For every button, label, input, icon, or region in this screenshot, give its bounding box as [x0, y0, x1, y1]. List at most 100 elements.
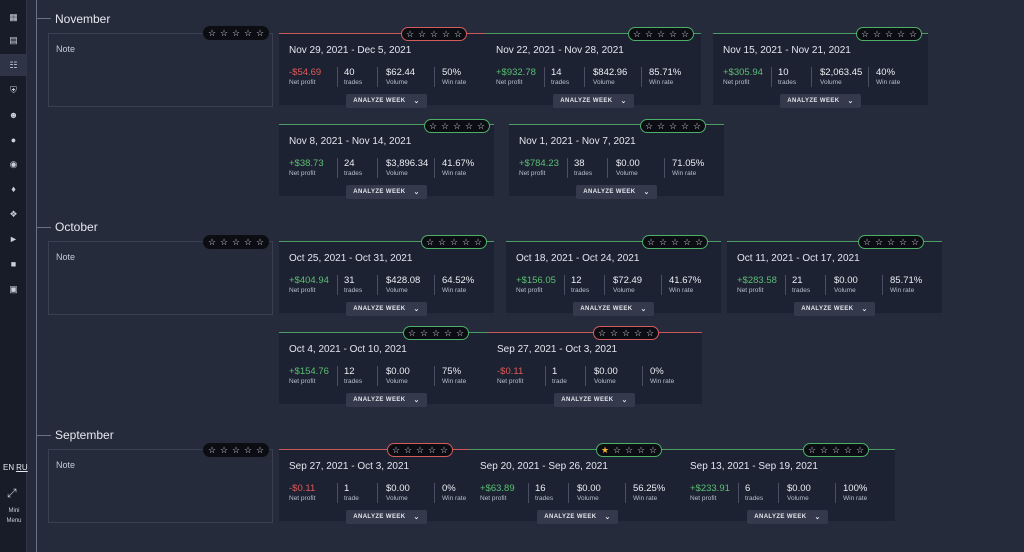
star-icon[interactable]: ☆: [392, 445, 400, 455]
star-icon[interactable]: ☆: [637, 445, 645, 455]
star-icon[interactable]: ☆: [408, 328, 416, 338]
star-icon[interactable]: ☆: [622, 328, 630, 338]
star-icon[interactable]: ☆: [232, 445, 240, 455]
analyze-week-button[interactable]: ANALYZE WEEK ⌄: [780, 94, 861, 108]
star-icon[interactable]: ☆: [477, 121, 485, 131]
star-rating[interactable]: ☆ ☆ ☆ ☆ ☆: [401, 27, 467, 41]
analytics-icon[interactable]: ◉: [0, 153, 27, 175]
star-icon[interactable]: ☆: [634, 328, 642, 338]
star-icon[interactable]: ☆: [450, 237, 458, 247]
analyze-week-button[interactable]: ANALYZE WEEK ⌄: [554, 393, 635, 407]
star-rating[interactable]: ☆ ☆ ☆ ☆ ☆: [640, 119, 706, 133]
star-icon[interactable]: ☆: [844, 445, 852, 455]
star-icon[interactable]: ☆: [820, 445, 828, 455]
star-icon[interactable]: ☆: [613, 445, 621, 455]
star-rating[interactable]: ★ ☆ ☆ ☆ ☆: [596, 443, 662, 457]
star-icon[interactable]: ☆: [232, 28, 240, 38]
star-icon[interactable]: ☆: [649, 445, 657, 455]
star-icon[interactable]: ☆: [208, 28, 216, 38]
analyze-week-button[interactable]: ANALYZE WEEK ⌄: [346, 302, 427, 316]
star-icon[interactable]: ☆: [220, 237, 228, 247]
star-rating[interactable]: ☆ ☆ ☆ ☆ ☆: [642, 235, 708, 249]
star-icon[interactable]: ☆: [432, 328, 440, 338]
star-rating[interactable]: ☆ ☆ ☆ ☆ ☆: [858, 235, 924, 249]
star-icon[interactable]: ★: [601, 445, 609, 455]
star-rating[interactable]: ☆ ☆ ☆ ☆ ☆: [628, 27, 694, 41]
star-icon[interactable]: ☆: [671, 237, 679, 247]
star-icon[interactable]: ☆: [220, 28, 228, 38]
star-icon[interactable]: ☆: [873, 29, 881, 39]
star-icon[interactable]: ☆: [404, 445, 412, 455]
star-icon[interactable]: ☆: [465, 121, 473, 131]
analyze-week-button[interactable]: ANALYZE WEEK ⌄: [794, 302, 875, 316]
star-icon[interactable]: ☆: [428, 445, 436, 455]
settings-icon[interactable]: ❖: [0, 203, 27, 225]
star-rating[interactable]: ☆ ☆ ☆ ☆ ☆: [856, 27, 922, 41]
star-icon[interactable]: ☆: [856, 445, 864, 455]
star-icon[interactable]: ☆: [256, 28, 264, 38]
star-icon[interactable]: ☆: [474, 237, 482, 247]
analyze-week-button[interactable]: ANALYZE WEEK ⌄: [747, 510, 828, 524]
star-icon[interactable]: ☆: [429, 121, 437, 131]
star-icon[interactable]: ☆: [808, 445, 816, 455]
star-icon[interactable]: ☆: [646, 328, 654, 338]
star-icon[interactable]: ☆: [659, 237, 667, 247]
analyze-week-button[interactable]: ANALYZE WEEK ⌄: [346, 94, 427, 108]
star-icon[interactable]: ☆: [645, 29, 653, 39]
star-rating[interactable]: ☆ ☆ ☆ ☆ ☆: [403, 326, 469, 340]
mini-menu-label[interactable]: Mini Menu: [2, 506, 26, 526]
star-icon[interactable]: ☆: [456, 328, 464, 338]
analyze-week-button[interactable]: ANALYZE WEEK ⌄: [346, 393, 427, 407]
star-icon[interactable]: ☆: [633, 29, 641, 39]
chat-icon[interactable]: ▣: [0, 278, 27, 300]
star-icon[interactable]: ☆: [220, 445, 228, 455]
lang-ru[interactable]: RU: [16, 463, 28, 472]
star-icon[interactable]: ☆: [442, 29, 450, 39]
lang-en[interactable]: EN: [3, 463, 14, 472]
star-icon[interactable]: ☆: [669, 121, 677, 131]
star-icon[interactable]: ☆: [256, 237, 264, 247]
star-rating[interactable]: ☆ ☆ ☆ ☆ ☆: [593, 326, 659, 340]
star-icon[interactable]: ☆: [669, 29, 677, 39]
trophy-icon[interactable]: ♦: [0, 178, 27, 200]
star-icon[interactable]: ☆: [244, 445, 252, 455]
note-box[interactable]: Note: [48, 449, 273, 523]
star-icon[interactable]: ☆: [645, 121, 653, 131]
star-icon[interactable]: ☆: [453, 121, 461, 131]
star-icon[interactable]: ☆: [256, 445, 264, 455]
star-icon[interactable]: ☆: [454, 29, 462, 39]
analyze-week-button[interactable]: ANALYZE WEEK ⌄: [573, 302, 654, 316]
star-rating[interactable]: ☆ ☆ ☆ ☆ ☆: [803, 443, 869, 457]
broadcast-icon[interactable]: ▤: [0, 29, 27, 51]
star-icon[interactable]: ☆: [406, 29, 414, 39]
analyze-week-button[interactable]: ANALYZE WEEK ⌄: [346, 185, 427, 199]
star-icon[interactable]: ☆: [440, 445, 448, 455]
star-icon[interactable]: ☆: [420, 328, 428, 338]
star-rating[interactable]: ☆ ☆ ☆ ☆ ☆: [424, 119, 490, 133]
star-icon[interactable]: ☆: [244, 237, 252, 247]
star-icon[interactable]: ☆: [911, 237, 919, 247]
star-icon[interactable]: ☆: [887, 237, 895, 247]
star-icon[interactable]: ☆: [681, 121, 689, 131]
note-box[interactable]: Note: [48, 33, 273, 107]
star-icon[interactable]: ☆: [693, 121, 701, 131]
star-icon[interactable]: ☆: [681, 29, 689, 39]
analyze-week-button[interactable]: ANALYZE WEEK ⌄: [553, 94, 634, 108]
star-icon[interactable]: ☆: [244, 28, 252, 38]
star-icon[interactable]: ☆: [625, 445, 633, 455]
star-icon[interactable]: ☆: [683, 237, 691, 247]
users-icon[interactable]: ☻: [0, 104, 27, 126]
user-icon[interactable]: ●: [0, 129, 27, 151]
star-icon[interactable]: ☆: [863, 237, 871, 247]
star-icon[interactable]: ☆: [610, 328, 618, 338]
note-box[interactable]: Note: [48, 241, 273, 315]
shield-icon[interactable]: ⛨: [0, 79, 27, 101]
star-icon[interactable]: ☆: [462, 237, 470, 247]
star-icon[interactable]: ☆: [657, 121, 665, 131]
star-icon[interactable]: ☆: [438, 237, 446, 247]
expand-icon[interactable]: ⤢: [7, 486, 17, 501]
star-icon[interactable]: ☆: [897, 29, 905, 39]
star-icon[interactable]: ☆: [657, 29, 665, 39]
analyze-week-button[interactable]: ANALYZE WEEK ⌄: [346, 510, 427, 524]
megaphone-icon[interactable]: ►: [0, 228, 27, 250]
